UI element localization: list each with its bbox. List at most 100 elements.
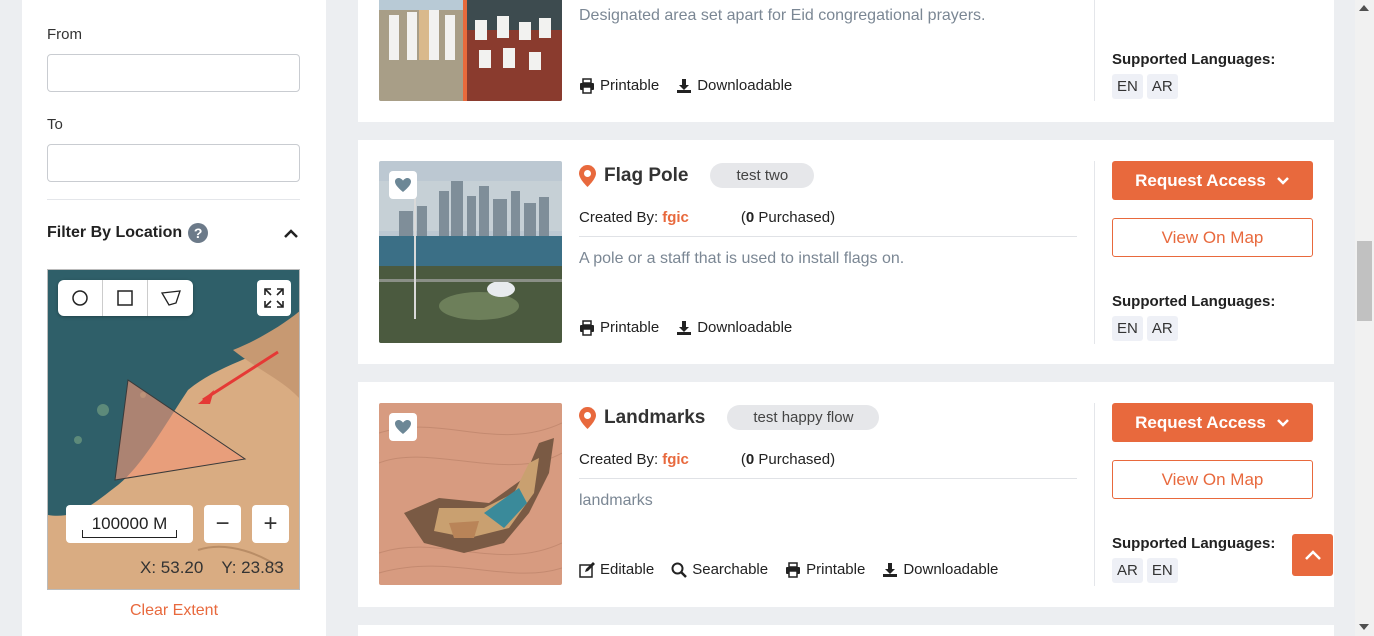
location-map[interactable]: 100000 M − + X: 53.20 Y: 23.83	[47, 269, 300, 590]
feature-searchable: Searchable	[671, 561, 768, 578]
language-badge: EN	[1112, 316, 1143, 341]
to-date-input[interactable]	[47, 144, 300, 182]
feature-printable: Printable	[579, 319, 659, 336]
dataset-card: Flag Pole test two Created By: fgic (0 P…	[358, 140, 1334, 364]
card-separator	[579, 478, 1077, 479]
dataset-thumbnail[interactable]	[379, 403, 562, 585]
feature-label: Downloadable	[903, 561, 999, 578]
fullscreen-button[interactable]	[257, 280, 291, 316]
feature-printable: Printable	[579, 77, 659, 94]
draw-circle-button[interactable]	[58, 280, 103, 316]
request-access-button[interactable]: Request Access	[1112, 403, 1313, 442]
feature-downloadable: Downloadable	[676, 77, 792, 94]
prayer-area-image	[379, 0, 562, 101]
x-coordinate: X: 53.20	[140, 558, 204, 577]
draw-tools	[58, 280, 193, 316]
heart-icon	[395, 420, 411, 434]
dataset-thumbnail[interactable]	[379, 0, 562, 101]
favorite-button[interactable]	[389, 171, 417, 199]
circle-icon	[72, 290, 88, 306]
feature-list: Printable Downloadable	[579, 319, 792, 336]
dataset-thumbnail[interactable]	[379, 161, 562, 343]
creator-name[interactable]: fgic	[662, 451, 689, 468]
feature-label: Printable	[600, 319, 660, 336]
scale-bar	[82, 530, 177, 538]
feature-label: Downloadable	[697, 319, 793, 336]
divider	[47, 199, 300, 200]
view-on-map-button[interactable]: View On Map	[1112, 460, 1313, 499]
chevron-up-icon[interactable]	[282, 225, 300, 243]
printer-icon	[786, 561, 801, 578]
dataset-description: landmarks	[579, 492, 653, 509]
draw-polygon-button[interactable]	[148, 280, 193, 316]
filter-location-title: Filter By Location	[47, 224, 183, 241]
purchased-count: (0 Purchased)	[741, 451, 835, 468]
location-pin-icon	[579, 164, 596, 187]
dataset-title[interactable]: Landmarks	[604, 407, 705, 429]
request-access-button[interactable]: Request Access	[1112, 161, 1313, 200]
feature-label: Printable	[806, 561, 866, 578]
language-list: EN AR	[1112, 74, 1178, 99]
language-badge: EN	[1146, 558, 1178, 583]
scroll-up-arrow[interactable]	[1359, 5, 1369, 11]
dataset-title-row: Flag Pole test two	[579, 163, 815, 188]
filter-sidebar: From To Filter By Location ? 100000 M − …	[22, 0, 326, 636]
scroll-thumb[interactable]	[1357, 241, 1372, 321]
search-icon	[671, 562, 688, 578]
dataset-tag: test happy flow	[727, 405, 880, 430]
from-date-input[interactable]	[47, 54, 300, 92]
language-badge: AR	[1112, 558, 1143, 583]
request-access-label: Request Access	[1135, 412, 1266, 432]
location-pin-icon	[579, 406, 596, 429]
printer-icon	[580, 319, 594, 336]
card-divider	[1094, 0, 1095, 101]
from-label: From	[47, 26, 82, 43]
polygon-icon	[160, 290, 181, 306]
dataset-title[interactable]: Flag Pole	[604, 165, 688, 187]
language-badge: AR	[1146, 74, 1178, 99]
edit-icon	[579, 561, 595, 578]
chevron-down-icon	[1276, 418, 1289, 427]
supported-languages-label: Supported Languages:	[1112, 535, 1276, 552]
dataset-description: A pole or a staff that is used to instal…	[579, 250, 905, 267]
scroll-to-top-button[interactable]	[1292, 534, 1333, 576]
dataset-description: Designated area set apart for Eid congre…	[579, 7, 986, 24]
dataset-title-row: Landmarks test happy flow	[579, 405, 880, 430]
favorite-button[interactable]	[389, 413, 417, 441]
purchased-label: Purchased)	[754, 209, 836, 226]
feature-label: Printable	[600, 77, 660, 94]
purchased-count: (0 Purchased)	[741, 209, 835, 226]
map-scale: 100000 M	[66, 505, 193, 543]
supported-languages-label: Supported Languages:	[1112, 293, 1276, 310]
expand-icon	[264, 288, 284, 308]
printer-icon	[580, 77, 594, 94]
clear-extent-link[interactable]: Clear Extent	[22, 602, 326, 620]
language-list: EN AR	[1112, 316, 1178, 341]
page-scrollbar[interactable]	[1355, 0, 1374, 636]
download-icon	[677, 78, 692, 93]
draw-rectangle-button[interactable]	[103, 280, 148, 316]
request-access-label: Request Access	[1135, 170, 1266, 190]
download-icon	[883, 562, 898, 577]
supported-languages-label: Supported Languages:	[1112, 51, 1276, 68]
card-divider	[1094, 403, 1095, 586]
help-icon[interactable]: ?	[188, 223, 209, 243]
zoom-out-button[interactable]: −	[204, 505, 241, 543]
view-on-map-button[interactable]: View On Map	[1112, 218, 1313, 257]
filter-location-header: Filter By Location ?	[47, 223, 209, 243]
creator-name[interactable]: fgic	[662, 209, 689, 226]
chevron-up-icon	[1304, 550, 1321, 560]
purchased-label: Purchased)	[754, 451, 836, 468]
chevron-down-icon	[1276, 176, 1289, 185]
zoom-in-button[interactable]: +	[252, 505, 289, 543]
dataset-meta: Created By: fgic (0 Purchased)	[579, 451, 835, 468]
feature-printable: Printable	[785, 561, 865, 578]
language-badge: AR	[1146, 316, 1178, 341]
language-badge: EN	[1112, 74, 1143, 99]
heart-icon	[395, 178, 411, 192]
feature-label: Downloadable	[697, 77, 793, 94]
dataset-card: Landmarks test happy flow Created By: fg…	[358, 382, 1334, 607]
purchased-number: 0	[745, 209, 755, 226]
scroll-down-arrow[interactable]	[1359, 624, 1369, 630]
dataset-meta: Created By: fgic (0 Purchased)	[579, 209, 835, 226]
